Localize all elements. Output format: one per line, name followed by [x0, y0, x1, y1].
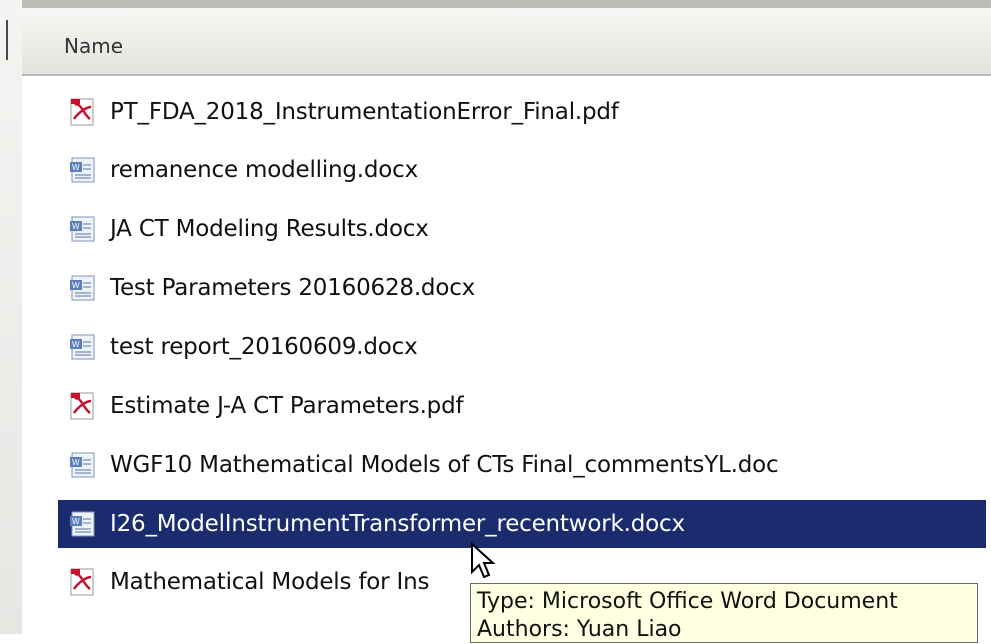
file-name: Mathematical Models for Ins — [110, 569, 430, 595]
file-row[interactable]: Estimate J-A CT Parameters.pdf — [58, 382, 958, 430]
pdf-icon — [68, 567, 98, 597]
pdf-icon — [68, 391, 98, 421]
pdf-icon — [68, 97, 98, 127]
file-row[interactable]: W I26_ModelInstrumentTransformer_recentwo… — [58, 500, 986, 548]
file-name: Estimate J-A CT Parameters.pdf — [110, 393, 464, 419]
svg-text:W: W — [72, 517, 80, 526]
file-name: JA CT Modeling Results.docx — [110, 216, 429, 242]
svg-text:W: W — [72, 281, 80, 290]
tooltip-type: Type: Microsoft Office Word Document — [477, 589, 898, 614]
tooltip-authors: Authors: Yuan Liao — [477, 617, 682, 642]
svg-text:W: W — [72, 222, 80, 231]
word-doc-icon: W — [68, 155, 98, 185]
file-name: I26_ModelInstrumentTransformer_recentwor… — [110, 511, 685, 537]
pane-splitter[interactable] — [6, 20, 8, 60]
name-column-header[interactable]: Name — [64, 34, 123, 58]
file-name: test report_20160609.docx — [110, 334, 418, 360]
svg-text:W: W — [72, 163, 80, 172]
file-row[interactable]: W JA CT Modeling Results.docx — [58, 205, 958, 253]
mouse-pointer-icon — [471, 542, 496, 579]
file-name: PT_FDA_2018_InstrumentationError_Final.p… — [110, 99, 619, 125]
left-pane-edge — [0, 0, 22, 634]
file-name: WGF10 Mathematical Models of CTs Final_c… — [110, 452, 779, 478]
file-row[interactable]: W Test Parameters 20160628.docx — [58, 264, 958, 312]
file-row[interactable]: W WGF10 Mathematical Models of CTs Final_… — [58, 441, 958, 489]
word-doc-icon: W — [68, 450, 98, 480]
file-row[interactable]: PT_FDA_2018_InstrumentationError_Final.p… — [58, 88, 958, 136]
word-doc-icon: W — [68, 273, 98, 303]
svg-text:W: W — [72, 340, 80, 349]
word-doc-icon: W — [68, 214, 98, 244]
file-list: PT_FDA_2018_InstrumentationError_Final.p… — [22, 78, 991, 634]
header-top-border — [22, 0, 991, 8]
file-row[interactable]: Wtest report_20160609.docx — [58, 323, 958, 371]
svg-text:W: W — [72, 458, 80, 467]
file-tooltip: Type: Microsoft Office Word Document Aut… — [470, 583, 978, 643]
file-name: Test Parameters 20160628.docx — [110, 275, 476, 301]
column-header: Name — [22, 0, 991, 76]
word-doc-icon: W — [68, 332, 98, 362]
word-doc-icon: W — [68, 509, 98, 539]
file-name: remanence modelling.docx — [110, 157, 419, 183]
file-row[interactable]: Wremanence modelling.docx — [58, 146, 958, 194]
